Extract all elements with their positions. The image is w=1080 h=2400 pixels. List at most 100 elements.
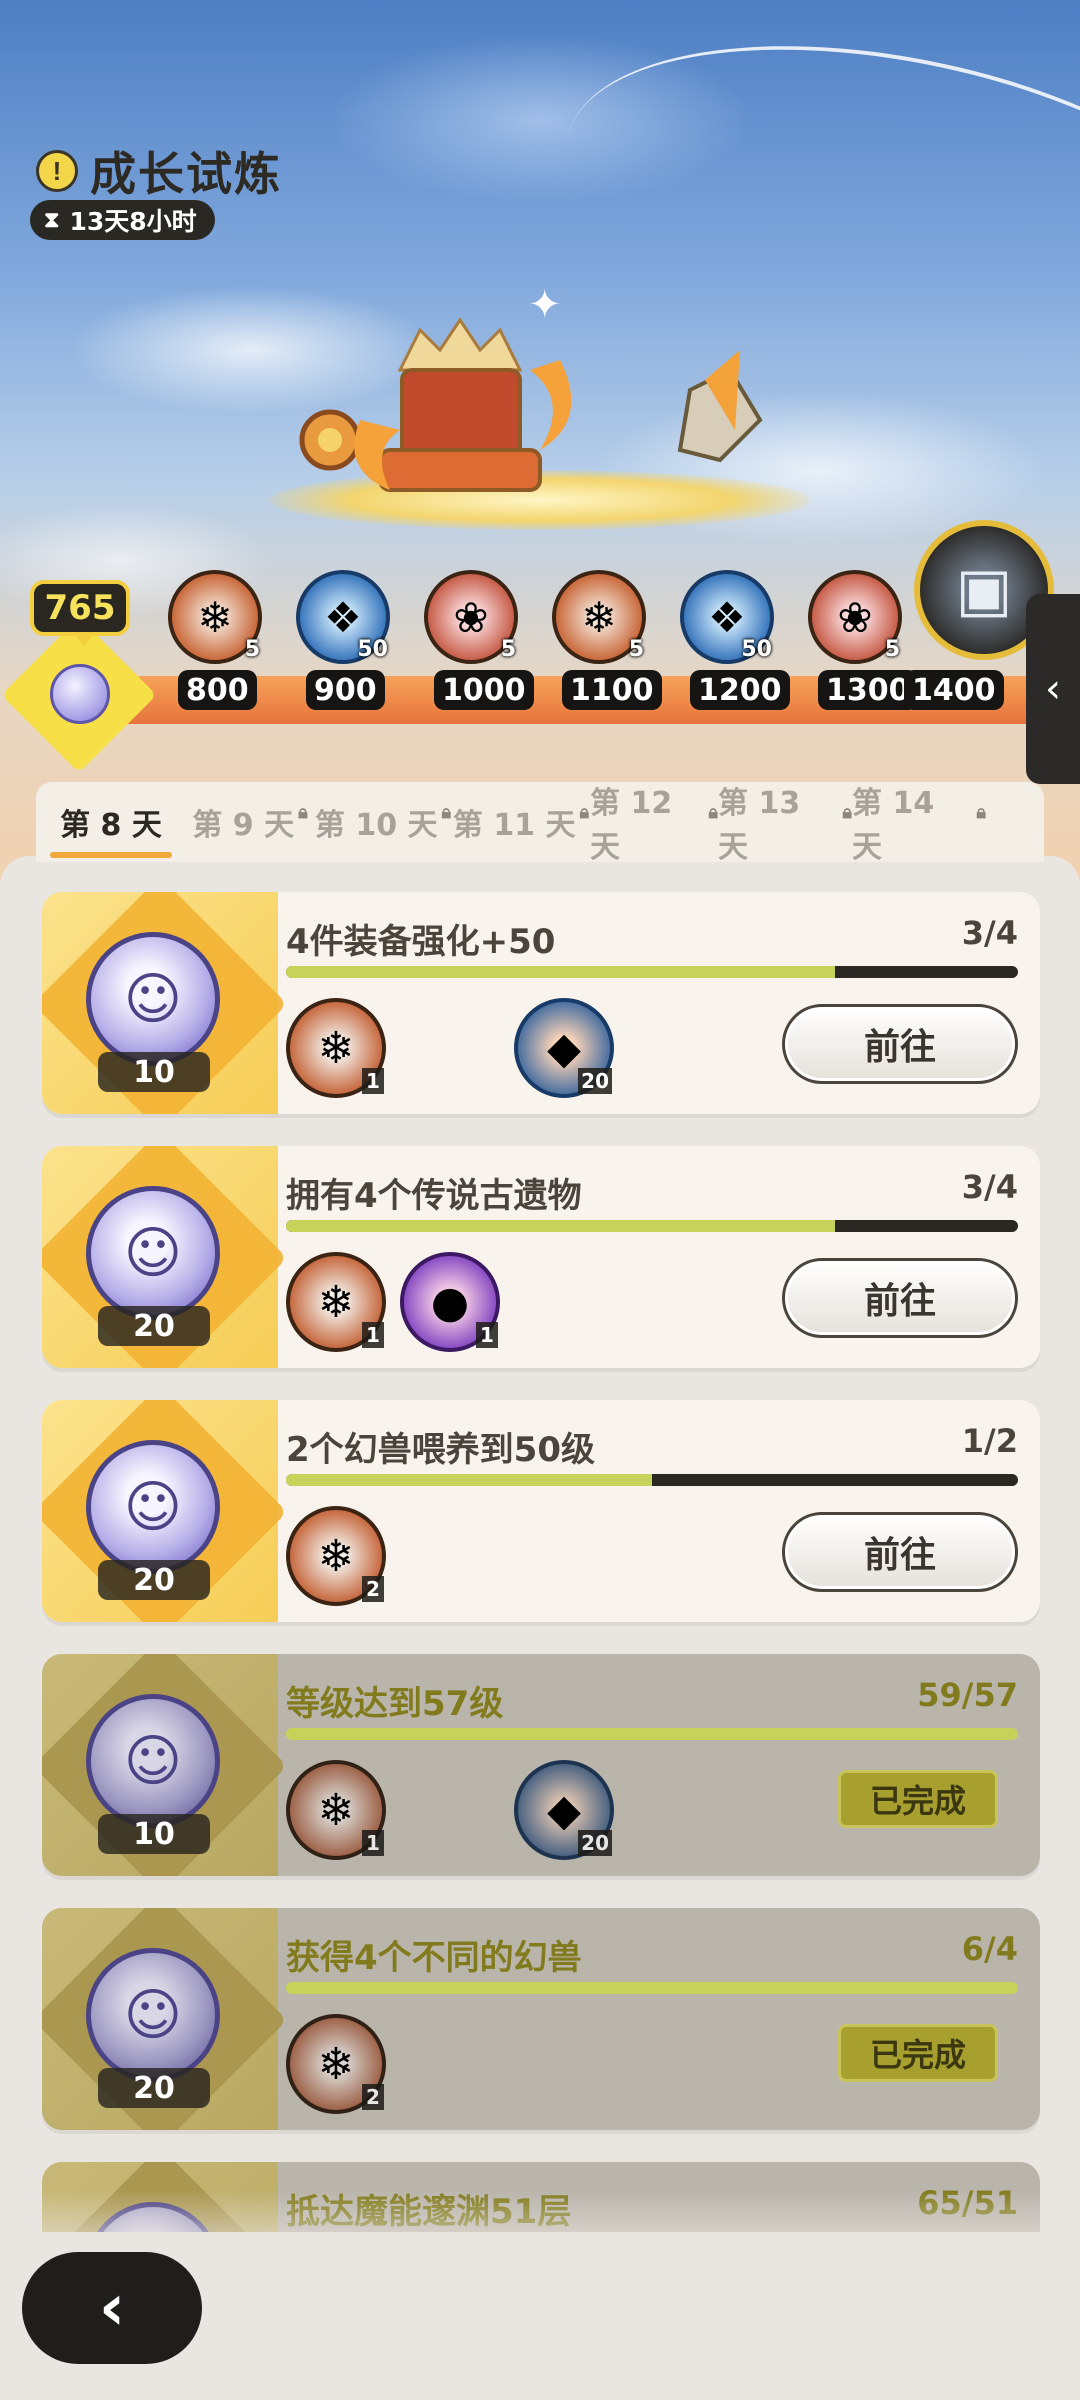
lock-icon: 🔒︎	[708, 801, 718, 823]
go-button[interactable]: 前往	[782, 1512, 1018, 1592]
reward-count: 1	[362, 1068, 384, 1094]
hourglass-icon: ⧗	[44, 207, 60, 233]
task-progress-fill	[286, 1728, 1018, 1740]
milestone-points-label: 1300	[818, 670, 918, 710]
reward-count: 20	[578, 1830, 612, 1856]
side-panel-toggle[interactable]: ‹	[1026, 594, 1080, 784]
task-progress-fill	[286, 1982, 1018, 1994]
task-progress-bar	[286, 1982, 1018, 1994]
throne-reward-illustration	[299, 317, 763, 492]
apple-reward-icon[interactable]: ● 1	[400, 1252, 500, 1352]
points-reward-count: 20	[98, 2068, 210, 2108]
lock-icon: 🔒︎	[298, 801, 308, 823]
tab-day[interactable]: 第 9 天 🔒︎	[186, 782, 314, 862]
go-button[interactable]: 前往	[782, 1004, 1018, 1084]
points-reward-count: 20	[98, 1306, 210, 1346]
shard-reward-icon[interactable]: ◆ 20	[514, 998, 614, 1098]
reward-glyph: ❖	[708, 592, 746, 642]
page-title: 成长试炼	[90, 147, 282, 201]
tab-day[interactable]: 第 12 天 🔒︎	[590, 782, 718, 865]
task-title: 获得4个不同的幻兽	[286, 1938, 582, 1978]
reward-count: 1	[362, 1830, 384, 1856]
reward-count: 2	[362, 2084, 384, 2110]
milestone-points-label: 1200	[690, 670, 790, 710]
milestone-reward[interactable]: ❀ 5	[424, 570, 518, 664]
reward-list: ❄ 2	[286, 2014, 386, 2114]
points-reward-count: 10	[98, 1814, 210, 1854]
task-progress-fill	[286, 1220, 835, 1232]
crystal-reward-icon[interactable]: ❄ 2	[286, 2014, 386, 2114]
task-progress-bar	[286, 1220, 1018, 1232]
reward-list: ❄ 1▤ 1◆ 20	[286, 1760, 614, 1860]
task-title: 拥有4个传说古遗物	[286, 1176, 582, 1216]
shard-reward-icon[interactable]: ◆ 20	[514, 1760, 614, 1860]
milestone-reward[interactable]: ❀ 5	[808, 570, 902, 664]
reward-glyph: ❀	[453, 592, 489, 642]
milestone-reward[interactable]: ❄ 5	[552, 570, 646, 664]
chevron-left-icon: ‹	[1045, 666, 1061, 712]
tab-day[interactable]: 第 10 天 🔒︎	[314, 782, 452, 862]
milestone-count: 5	[884, 637, 900, 662]
task-progress-text: 3/4	[961, 914, 1018, 952]
reward-glyph: ❄	[581, 592, 617, 642]
reward-list: ❄ 1 ● 1	[286, 1252, 500, 1352]
reward-count: 2	[362, 1576, 384, 1602]
task-progress-bar	[286, 1728, 1018, 1740]
crystal-reward-icon[interactable]: ❄ 2	[286, 1506, 386, 1606]
task-progress-bar	[286, 966, 1018, 978]
medal-coin-icon: ☺	[86, 1186, 220, 1320]
reward-count: 1	[476, 1322, 498, 1348]
go-button[interactable]: 前往	[782, 1258, 1018, 1338]
task-points-area: ☺ 10	[42, 892, 288, 1114]
milestone-count: 5	[244, 637, 260, 662]
tab-day[interactable]: 第 8 天	[36, 782, 186, 862]
task-progress-text: 1/2	[961, 1422, 1018, 1460]
task-progress-fill	[286, 1474, 652, 1486]
tab-day[interactable]: 第 11 天 🔒︎	[452, 782, 590, 862]
crystal-reward-icon[interactable]: ❄ 1	[286, 998, 386, 1098]
task-points-area: ☺ 20	[42, 1908, 288, 2130]
completed-badge: 已完成	[838, 1770, 998, 1828]
milestone-reward[interactable]: ❖ 50	[680, 570, 774, 664]
task-card: ☺ 20 获得4个不同的幻兽 6/4 ❄ 2 已完成	[42, 1908, 1040, 2130]
task-card: ☺ 20 拥有4个传说古遗物 3/4 ❄ 1 ● 1 前往	[42, 1146, 1040, 1368]
tab-day[interactable]: 第 14 天 🔒︎	[852, 782, 986, 865]
exclamation-icon[interactable]: !	[36, 150, 78, 192]
milestone-reward[interactable]: ❖ 50	[296, 570, 390, 664]
task-progress-text: 3/4	[961, 1168, 1018, 1206]
crystal-reward-icon[interactable]: ❄ 1	[286, 1760, 386, 1860]
points-reward-count: 10	[98, 1052, 210, 1092]
task-title: 4件装备强化+50	[286, 922, 556, 962]
task-title: 2个幻兽喂养到50级	[286, 1430, 595, 1470]
milestone-points-label: 800	[178, 670, 257, 710]
task-points-area: ☺ 10	[42, 1654, 288, 1876]
task-list[interactable]: ☺ 10 4件装备强化+50 3/4 ❄ 1▤ 1◆ 20 前往 ☺ 20 拥有…	[42, 892, 1040, 2232]
reward-glyph: ❄	[197, 592, 233, 642]
tab-label: 第 11 天	[452, 808, 576, 843]
completed-badge: 已完成	[838, 2024, 998, 2082]
milestone-points-label: 1400	[904, 670, 1004, 710]
task-progress-text: 59/57	[917, 1676, 1018, 1714]
milestone-reward[interactable]: ❄ 5	[168, 570, 262, 664]
task-points-area: ☺ 20	[42, 1146, 288, 1368]
task-progress-fill	[286, 966, 835, 978]
tab-day[interactable]: 第 13 天 🔒︎	[718, 782, 852, 865]
milestone-points-label: 1100	[562, 670, 662, 710]
tab-label: 第 8 天	[60, 808, 162, 843]
task-points-area: ☺ 20	[42, 1400, 288, 1622]
points-reward-count: 20	[98, 1560, 210, 1600]
lock-icon: 🔒︎	[976, 801, 986, 823]
back-button[interactable]: ‹	[22, 2252, 202, 2364]
lock-icon: 🔒︎	[579, 801, 590, 823]
crystal-reward-icon[interactable]: ❄ 1	[286, 1252, 386, 1352]
current-points-badge: 765	[30, 580, 130, 646]
milestone-points-label: 900	[306, 670, 385, 710]
reward-count: 1	[362, 1322, 384, 1348]
milestone-count: 5	[628, 637, 644, 662]
tab-label: 第 9 天	[192, 808, 295, 843]
day-tabs: 第 8 天第 9 天 🔒︎ 第 10 天 🔒︎ 第 11 天 🔒︎ 第 12 天 🔒︎ 第 13…	[36, 782, 1044, 865]
medal-coin-icon: ☺	[86, 1948, 220, 2082]
tab-label: 第 10 天	[314, 808, 438, 843]
medal-coin-icon: ☺	[86, 1694, 220, 1828]
lock-icon: 🔒︎	[842, 801, 852, 823]
